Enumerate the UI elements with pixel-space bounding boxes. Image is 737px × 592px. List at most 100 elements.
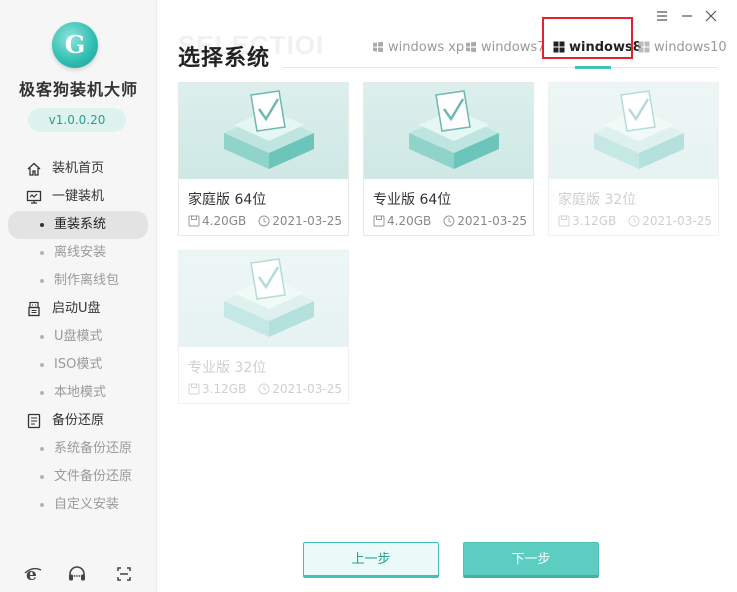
disk-icon: [373, 215, 385, 226]
card-title: 专业版 32位: [188, 360, 267, 376]
tab-label: windows xp: [388, 40, 465, 55]
bullet-icon: [40, 279, 44, 283]
card-meta: 4.20GB 2021-03-25: [188, 214, 342, 228]
bullet-icon: [40, 475, 44, 479]
sidebar-item-boot-usb[interactable]: 启动U盘: [0, 295, 157, 323]
usb-icon: [28, 301, 40, 317]
sidebar-item-file-backup-restore[interactable]: 文件备份还原: [0, 463, 157, 491]
system-thumbnail: [364, 83, 533, 179]
system-card-home-32: 家庭版 32位 3.12GB 2021-03-25: [548, 82, 719, 236]
tab-label: windows7: [481, 40, 546, 55]
windows-logo-icon: [373, 41, 383, 52]
card-size: 4.20GB: [202, 214, 247, 228]
next-step-button[interactable]: 下一步: [463, 542, 599, 578]
card-title: 家庭版 32位: [558, 192, 637, 208]
ballot-box-illustration: [409, 90, 499, 169]
card-size: 3.12GB: [202, 382, 247, 396]
bullet-icon: [40, 363, 44, 367]
sidebar-item-label: ISO模式: [54, 357, 103, 372]
sidebar-item-label: 本地模式: [54, 385, 107, 400]
sidebar-item-label: 离线安装: [54, 245, 107, 260]
system-thumbnail: [179, 251, 348, 347]
sidebar-item-reinstall-system[interactable]: 重装系统: [8, 211, 148, 239]
clock-icon: [443, 215, 455, 226]
card-meta: 3.12GB 2021-03-25: [188, 382, 342, 396]
card-size: 4.20GB: [387, 214, 432, 228]
monitor-icon: [26, 190, 42, 204]
clock-icon: [258, 215, 270, 226]
tab-windows7[interactable]: windows7: [465, 38, 545, 58]
sidebar-item-label: 装机首页: [52, 161, 105, 176]
system-card-pro-32: 专业版 32位 3.12GB 2021-03-25: [178, 250, 349, 404]
tab-label: windows10: [654, 40, 727, 55]
disk-icon: [558, 215, 570, 226]
sidebar-item-label: 系统备份还原: [54, 441, 133, 456]
windows-logo-icon: [466, 41, 476, 52]
screenshot-icon[interactable]: [114, 564, 134, 584]
clock-icon: [258, 383, 270, 394]
sidebar-item-backup-restore[interactable]: 备份还原: [0, 407, 157, 435]
card-date: 2021-03-25: [457, 214, 527, 228]
card-date: 2021-03-25: [642, 214, 712, 228]
annotation-highlight-box: [542, 17, 633, 59]
headset-support-icon[interactable]: [67, 564, 87, 584]
card-size: 3.12GB: [572, 214, 617, 228]
sidebar-item-home[interactable]: 装机首页: [0, 155, 157, 183]
sidebar-item-label: U盘模式: [54, 329, 103, 344]
ballot-box-illustration: [224, 90, 314, 169]
app-logo: G: [52, 22, 98, 68]
sidebar-item-label: 一键装机: [52, 189, 105, 204]
sidebar-item-custom-install[interactable]: 自定义安装: [0, 491, 157, 519]
bullet-icon: [40, 335, 44, 339]
sidebar-item-offline-install[interactable]: 离线安装: [0, 239, 157, 267]
sidebar-item-label: 文件备份还原: [54, 469, 133, 484]
backup-icon: [27, 413, 41, 429]
logo-letter: G: [64, 30, 86, 59]
active-tab-indicator: [575, 66, 611, 69]
disk-icon: [188, 215, 200, 226]
sidebar-item-label: 启动U盘: [52, 301, 101, 316]
ballot-box-illustration: [224, 258, 314, 337]
card-title: 家庭版 64位: [188, 192, 267, 208]
sidebar-item-make-offline-package[interactable]: 制作离线包: [0, 267, 157, 295]
page-title: 选择系统: [178, 46, 271, 71]
sidebar-item-local-mode[interactable]: 本地模式: [0, 379, 157, 407]
sidebar-item-one-click-install[interactable]: 一键装机: [0, 183, 157, 211]
header-divider: [282, 67, 718, 68]
bullet-icon: [40, 391, 44, 395]
minimize-icon[interactable]: [679, 8, 695, 24]
version-badge: v1.0.0.20: [28, 108, 126, 132]
sidebar-item-label: 制作离线包: [54, 273, 120, 288]
sidebar-nav: 装机首页 一键装机 重装系统 离线安装 制作离线包 启动U盘 U盘模式 ISO模…: [0, 155, 157, 519]
ie-browser-icon[interactable]: e: [23, 564, 43, 584]
sidebar-item-label: 重装系统: [54, 217, 107, 232]
ballot-box-illustration: [594, 90, 684, 169]
previous-step-button[interactable]: 上一步: [303, 542, 439, 578]
sidebar-footer: e: [0, 562, 157, 586]
sidebar-item-label: 备份还原: [52, 413, 105, 428]
sidebar-item-iso-mode[interactable]: ISO模式: [0, 351, 157, 379]
sidebar-item-system-backup-restore[interactable]: 系统备份还原: [0, 435, 157, 463]
tab-windows10[interactable]: windows10: [638, 38, 727, 58]
system-thumbnail: [549, 83, 718, 179]
card-title: 专业版 64位: [373, 192, 452, 208]
tab-windows-xp[interactable]: windows xp: [372, 38, 464, 58]
bullet-icon: [40, 223, 44, 227]
system-thumbnail: [179, 83, 348, 179]
system-card-pro-64[interactable]: 专业版 64位 4.20GB 2021-03-25: [363, 82, 534, 236]
app-title: 极客狗装机大师: [18, 80, 138, 99]
sidebar-item-label: 自定义安装: [54, 497, 120, 512]
sidebar-item-usb-mode[interactable]: U盘模式: [0, 323, 157, 351]
bullet-icon: [40, 447, 44, 451]
bullet-icon: [40, 503, 44, 507]
card-date: 2021-03-25: [272, 214, 342, 228]
home-icon: [27, 162, 41, 176]
close-icon[interactable]: [703, 8, 719, 24]
menu-icon[interactable]: [654, 8, 670, 24]
card-date: 2021-03-25: [272, 382, 342, 396]
system-card-home-64[interactable]: 家庭版 64位 4.20GB 2021-03-25: [178, 82, 349, 236]
clock-icon: [628, 215, 640, 226]
card-meta: 3.12GB 2021-03-25: [558, 214, 712, 228]
card-meta: 4.20GB 2021-03-25: [373, 214, 527, 228]
bullet-icon: [40, 251, 44, 255]
